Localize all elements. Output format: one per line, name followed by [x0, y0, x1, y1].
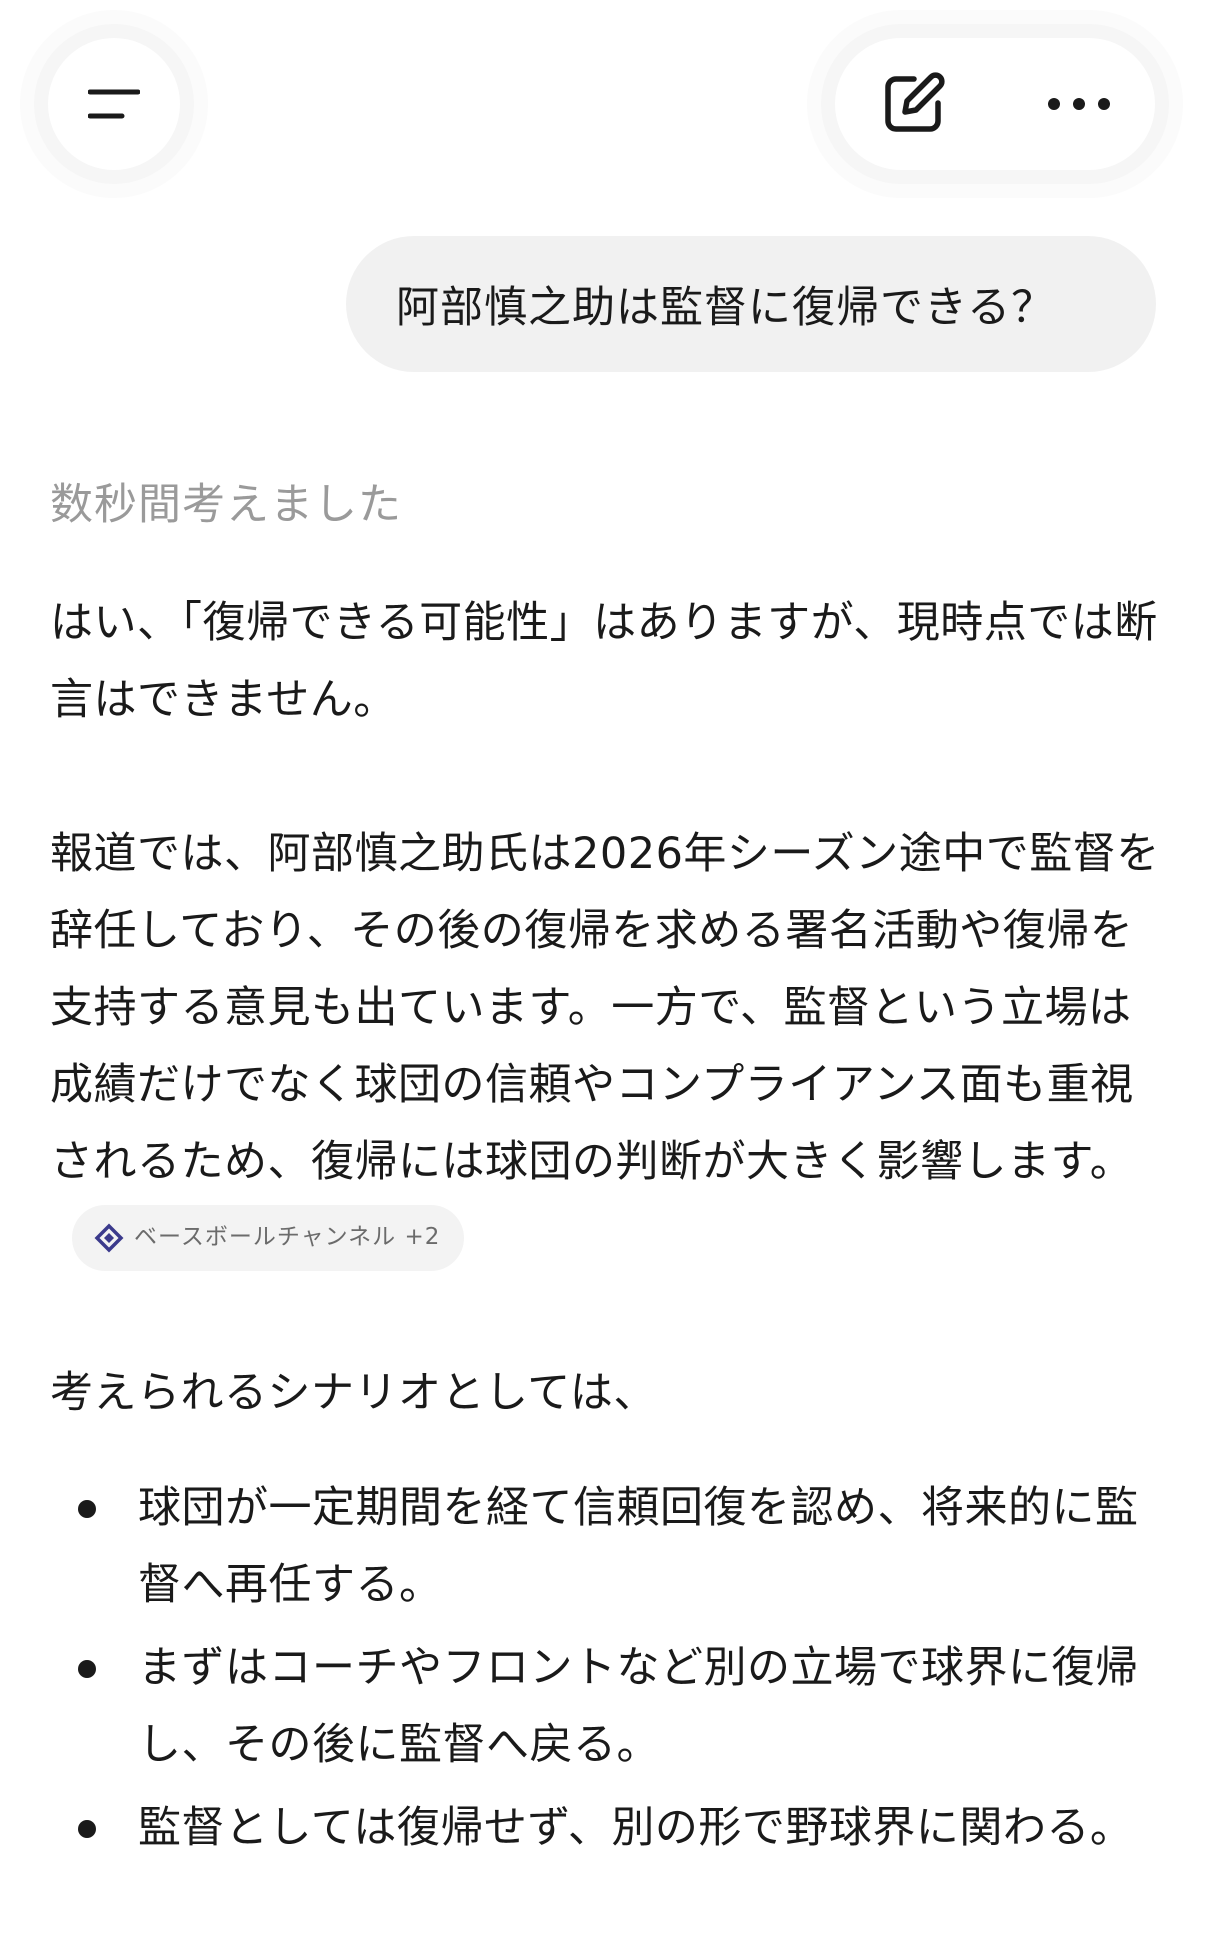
- thought-toggle[interactable]: 数秒間考えました: [50, 470, 402, 532]
- source-logo-icon: [94, 1223, 124, 1252]
- new-chat-button[interactable]: [873, 64, 953, 144]
- header-actions: [835, 38, 1155, 170]
- answer-paragraph-2-text: 報道では、阿部慎之助氏は2026年シーズン途中で監督を辞任しており、その後の復帰…: [50, 829, 1160, 1187]
- scenario-list: 球団が一定期間を経て信頼回復を認め、将来的に監督へ再任する。 まずはコーチやフロ…: [50, 1470, 1160, 1867]
- list-item: 監督としては復帰せず、別の形で野球界に関わる。: [50, 1790, 1160, 1867]
- source-chip-label: ベースボールチャンネル +2: [134, 1224, 441, 1250]
- answer-paragraph-2: 報道では、阿部慎之助氏は2026年シーズン途中で監督を辞任しており、その後の復帰…: [50, 816, 1160, 1278]
- menu-icon: [88, 89, 140, 119]
- more-options-button[interactable]: [1039, 64, 1119, 144]
- menu-button[interactable]: [48, 38, 180, 170]
- list-item: まずはコーチやフロントなど別の立場で球界に復帰し、その後に監督へ戻る。: [50, 1630, 1160, 1784]
- list-item: 球団が一定期間を経て信頼回復を認め、将来的に監督へ再任する。: [50, 1470, 1160, 1624]
- more-dots-icon: [1048, 98, 1110, 110]
- new-chat-edit-icon: [885, 72, 945, 132]
- user-message-bubble: 阿部慎之助は監督に復帰できる？: [346, 236, 1156, 372]
- source-chip[interactable]: ベースボールチャンネル +2: [72, 1204, 465, 1271]
- chat-screen: 阿部慎之助は監督に復帰できる？ 数秒間考えました はい、「復帰できる可能性」はあ…: [0, 0, 1206, 1960]
- user-message-text: 阿部慎之助は監督に復帰できる？: [396, 283, 1056, 333]
- assistant-answer: はい、「復帰できる可能性」はありますが、現時点では断言はできません。 報道では、…: [50, 585, 1160, 1873]
- answer-paragraph-1: はい、「復帰できる可能性」はありますが、現時点では断言はできません。: [50, 598, 1158, 725]
- answer-paragraph-3: 考えられるシナリオとしては、: [50, 1368, 657, 1418]
